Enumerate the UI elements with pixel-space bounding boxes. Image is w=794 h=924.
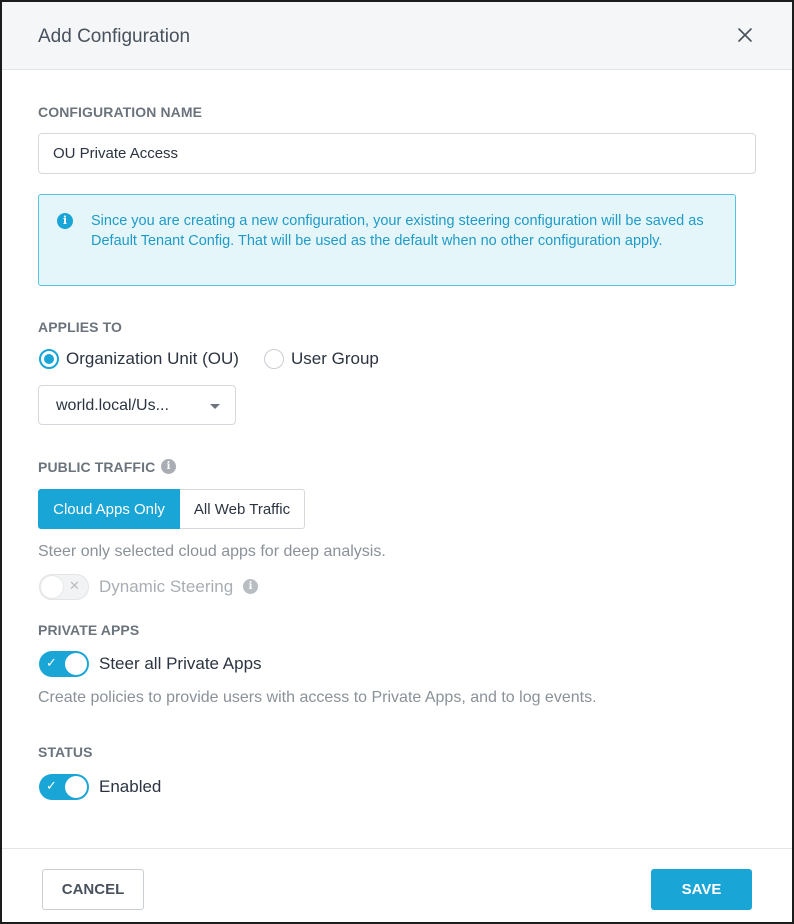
dynamic-steering-label: Dynamic Steering: [99, 577, 234, 596]
x-icon: ✕: [69, 578, 80, 593]
toggle-knob: [41, 576, 63, 598]
segment-all-web-traffic[interactable]: All Web Traffic: [180, 489, 305, 529]
info-icon: i: [57, 213, 73, 229]
info-icon[interactable]: i: [161, 459, 176, 474]
steer-private-apps-toggle[interactable]: ✓: [39, 651, 89, 677]
status-enabled-label: Enabled: [99, 777, 162, 796]
toggle-knob: [65, 776, 87, 798]
save-button[interactable]: SAVE: [651, 869, 752, 910]
radio-user-group-label[interactable]: User Group: [291, 349, 379, 369]
info-text: Since you are creating a new configurati…: [91, 213, 704, 249]
dialog-header: Add Configuration: [2, 2, 792, 70]
radio-user-group[interactable]: [264, 349, 284, 369]
dialog-title: Add Configuration: [38, 26, 191, 47]
applies-to-label: APPLIES TO: [38, 319, 122, 335]
toggle-knob: [65, 653, 87, 675]
dynamic-steering-toggle[interactable]: ✕: [39, 574, 89, 600]
private-apps-helper: Create policies to provide users with ac…: [38, 689, 597, 706]
footer-divider: [2, 848, 792, 849]
configuration-name-label: CONFIGURATION NAME: [38, 104, 203, 120]
status-toggle[interactable]: ✓: [39, 774, 89, 800]
info-banner: i Since you are creating a new configura…: [38, 194, 736, 286]
add-configuration-dialog: Add Configuration CONFIGURATION NAME i S…: [0, 0, 794, 924]
steer-private-apps-label: Steer all Private Apps: [99, 654, 262, 673]
chevron-down-icon: [210, 404, 220, 409]
ou-select-value: world.local/Us...: [56, 397, 169, 414]
close-icon[interactable]: [734, 24, 756, 46]
radio-organization-unit-label[interactable]: Organization Unit (OU): [66, 349, 239, 369]
radio-organization-unit[interactable]: [39, 349, 59, 369]
cancel-button[interactable]: CANCEL: [42, 869, 144, 910]
ou-select[interactable]: world.local/Us...: [38, 385, 236, 425]
info-icon[interactable]: i: [243, 579, 258, 594]
public-traffic-helper: Steer only selected cloud apps for deep …: [38, 543, 386, 560]
check-icon: ✓: [46, 778, 57, 793]
public-traffic-label: PUBLIC TRAFFIC: [38, 459, 156, 475]
status-label: STATUS: [38, 744, 93, 760]
check-icon: ✓: [46, 655, 57, 670]
configuration-name-input[interactable]: [38, 133, 756, 174]
private-apps-label: PRIVATE APPS: [38, 622, 140, 638]
segment-cloud-apps-only[interactable]: Cloud Apps Only: [38, 489, 180, 529]
